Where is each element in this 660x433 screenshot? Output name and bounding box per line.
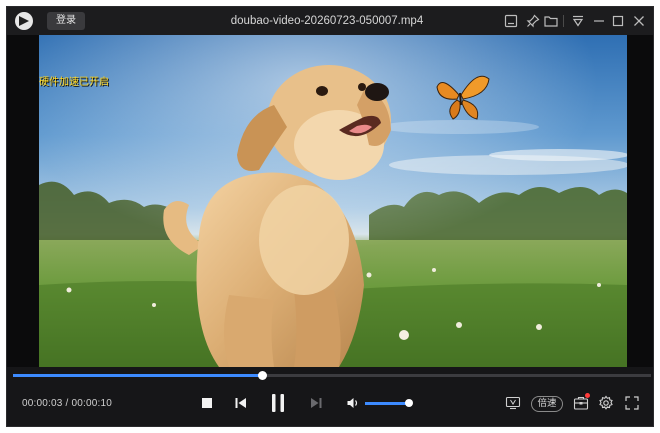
time-separator: /	[65, 398, 69, 409]
maximize-icon[interactable]	[610, 13, 626, 29]
volume-slider[interactable]	[365, 399, 413, 407]
volume-fill	[365, 402, 409, 405]
window-title: doubao-video-20260723-050007.mp4	[230, 15, 424, 27]
collapse-icon[interactable]	[570, 13, 586, 29]
app-logo-icon	[15, 12, 33, 30]
screenshot-icon[interactable]	[503, 13, 519, 29]
pause-icon[interactable]	[269, 393, 287, 413]
progress-bar[interactable]	[13, 371, 651, 380]
previous-icon[interactable]	[234, 396, 248, 410]
progress-handle[interactable]	[257, 371, 267, 380]
minimize-icon[interactable]	[591, 13, 607, 29]
folder-icon[interactable]	[543, 13, 559, 29]
hardware-acceleration-notice: 硬件加速已开启	[39, 77, 109, 88]
video-frame	[39, 35, 627, 367]
settings-icon[interactable]	[598, 395, 614, 411]
title-bar[interactable]: 登录 doubao-video-20260723-050007.mp4	[7, 7, 653, 35]
next-icon[interactable]	[309, 396, 323, 410]
close-icon[interactable]	[631, 13, 647, 29]
stop-icon[interactable]	[201, 397, 213, 409]
pin-icon[interactable]	[525, 13, 541, 29]
notification-dot	[585, 393, 590, 398]
player-window: 登录 doubao-video-20260723-050007.mp4 硬件加速…	[6, 6, 654, 427]
time-display: 00:00:03 / 00:00:10	[22, 398, 112, 409]
tv-cast-icon[interactable]	[505, 395, 521, 411]
fullscreen-icon[interactable]	[624, 395, 640, 411]
playback-speed-button[interactable]: 倍速	[531, 396, 563, 412]
total-time: 00:00:10	[71, 398, 113, 409]
volume-handle[interactable]	[404, 399, 413, 407]
current-time: 00:00:03	[22, 398, 63, 409]
login-button[interactable]: 登录	[47, 12, 85, 30]
video-display[interactable]: 硬件加速已开启	[7, 35, 653, 367]
progress-fill	[13, 374, 262, 377]
puppy-butterfly-scene	[39, 35, 627, 367]
titlebar-divider	[563, 15, 564, 27]
volume-icon[interactable]	[346, 396, 360, 410]
